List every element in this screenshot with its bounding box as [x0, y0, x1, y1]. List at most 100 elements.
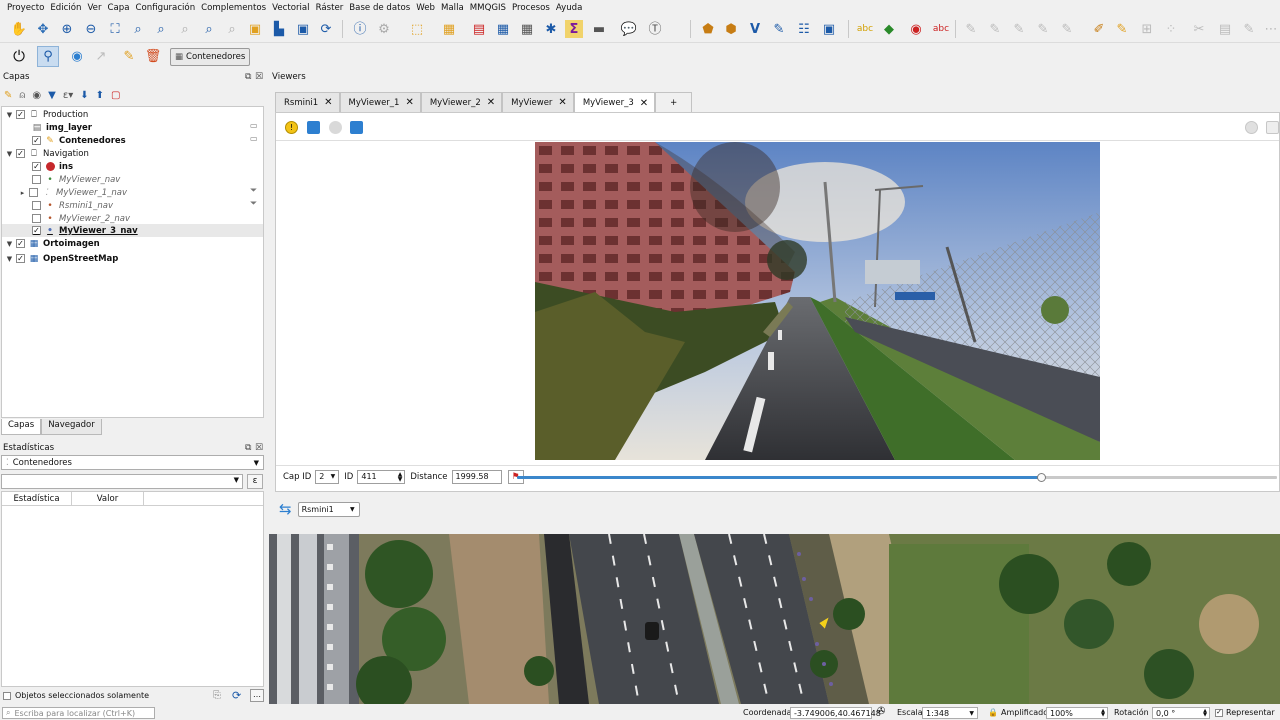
- tab-myviewer-2[interactable]: MyViewer_2 ✕: [420, 92, 503, 112]
- layer-style-icon[interactable]: ✎: [4, 90, 12, 101]
- tab-navegador[interactable]: Navegador: [41, 419, 102, 435]
- layer-openstreetmap[interactable]: ▼ ✓ ▦ OpenStreetMap: [5, 252, 119, 265]
- attribute-table-icon[interactable]: ▦: [494, 20, 512, 38]
- more-tools-icon[interactable]: ⋯: [1262, 20, 1280, 38]
- checkbox[interactable]: ✓: [16, 110, 25, 119]
- selected-only-option[interactable]: Objetos seleccionados solamente: [3, 691, 149, 700]
- snap-icon[interactable]: ⁘: [1162, 20, 1180, 38]
- embedded-widget-icon[interactable]: ▭: [250, 134, 258, 143]
- select-by-value-icon[interactable]: ▦: [440, 20, 458, 38]
- menu-proyecto[interactable]: Proyecto: [4, 3, 47, 13]
- adv-digitize-e-icon[interactable]: ✎: [1058, 20, 1076, 38]
- label-pin-icon[interactable]: ◆: [880, 20, 898, 38]
- filter-funnel-icon[interactable]: ⏷: [250, 186, 257, 196]
- menu-raster[interactable]: Ráster: [313, 3, 347, 13]
- checkbox[interactable]: ✓: [16, 239, 25, 248]
- adv-digitize-c-icon[interactable]: ✎: [1010, 20, 1028, 38]
- layer-ins[interactable]: ✓ ins: [32, 160, 73, 173]
- distance-field[interactable]: 1999.58: [451, 469, 502, 484]
- close-icon[interactable]: ✕: [487, 97, 495, 108]
- frame-slider[interactable]: [517, 473, 1277, 482]
- add-group-icon[interactable]: ⍝: [19, 90, 25, 101]
- layer-group-navigation[interactable]: ▼ ✓ ⎕ Navigation: [5, 147, 89, 160]
- shape-icon[interactable]: ⊞: [1138, 20, 1156, 38]
- layer-contenedores[interactable]: ✓ ✎ Contenedores: [32, 134, 126, 147]
- layer-myviewer-nav[interactable]: • MyViewer_nav: [32, 173, 120, 186]
- adv-digitize-b-icon[interactable]: ✎: [986, 20, 1004, 38]
- adv-digitize-d-icon[interactable]: ✎: [1034, 20, 1052, 38]
- checkbox[interactable]: [29, 188, 38, 197]
- zoom-last-icon[interactable]: ⌕: [223, 20, 241, 38]
- power-icon[interactable]: ⏻: [10, 47, 28, 65]
- expand-arrow-icon[interactable]: ▼: [5, 255, 14, 263]
- menu-ver[interactable]: Ver: [84, 3, 104, 13]
- center-point-icon[interactable]: ◉: [68, 47, 86, 65]
- dock-float-icon[interactable]: ⧉: [245, 443, 251, 453]
- checkbox[interactable]: ✓: [32, 226, 41, 235]
- trace-icon[interactable]: ✂: [1190, 20, 1208, 38]
- close-icon[interactable]: ✕: [324, 97, 332, 108]
- menu-ayuda[interactable]: Ayuda: [553, 3, 586, 13]
- zoom-native-icon[interactable]: ⌕: [176, 20, 194, 38]
- render-toggle[interactable]: ✓ Representar: [1215, 708, 1275, 717]
- plugin-a-icon[interactable]: ☷: [795, 20, 813, 38]
- refresh-stats-icon[interactable]: ⟳: [232, 689, 241, 702]
- checkbox[interactable]: [32, 175, 41, 184]
- new-map-view-icon[interactable]: ▣: [294, 20, 312, 38]
- filter-funnel-icon[interactable]: ⏷: [250, 199, 257, 209]
- pan-hand-icon[interactable]: ✋: [10, 20, 28, 38]
- locator-search-input[interactable]: ⌕ Escriba para localizar (Ctrl+K): [2, 707, 155, 719]
- layer-myviewer-3-nav[interactable]: ✓ • MyViewer_3_nav: [2, 224, 263, 237]
- processing-toolbox-icon[interactable]: ✱: [542, 20, 560, 38]
- label-icon[interactable]: abc: [856, 20, 874, 38]
- tab-myviewer-3[interactable]: MyViewer_3 ✕: [573, 92, 656, 113]
- menu-procesos[interactable]: Procesos: [509, 3, 553, 13]
- delete-icon[interactable]: 🗑: [144, 47, 162, 65]
- layer-group-production[interactable]: ▼ ✓ ⎕ Production: [5, 108, 88, 121]
- sync-icon[interactable]: ⇆: [279, 500, 292, 518]
- pencil-yellow-icon[interactable]: ✎: [1113, 20, 1131, 38]
- spin-arrows-icon[interactable]: ▲ ▼: [398, 471, 403, 482]
- menu-web[interactable]: Web: [413, 3, 438, 13]
- label-change-icon[interactable]: abc: [932, 20, 950, 38]
- cap-id-combo[interactable]: 2 ▼: [315, 469, 340, 484]
- field-calculator-icon[interactable]: ▦: [518, 20, 536, 38]
- undo-icon[interactable]: ▤: [1216, 20, 1234, 38]
- spin-arrows-icon[interactable]: ▲ ▼: [1203, 709, 1207, 718]
- map-tips-icon[interactable]: 💬: [620, 20, 638, 38]
- select-features-icon[interactable]: ⬚: [408, 20, 426, 38]
- remove-layer-icon[interactable]: ▢: [111, 90, 120, 101]
- label-show-icon[interactable]: ◉: [907, 20, 925, 38]
- measure-line-icon[interactable]: ↗: [92, 47, 110, 65]
- checkbox[interactable]: [32, 201, 41, 210]
- menu-vectorial[interactable]: Vectorial: [269, 3, 312, 13]
- magnifier-spinbox[interactable]: 100% ▲ ▼: [1046, 707, 1108, 719]
- zoom-rubberband-icon[interactable]: ⛶: [106, 20, 124, 38]
- action-icon[interactable]: ⚙: [375, 20, 393, 38]
- map-sync-combo[interactable]: Rsmini1 ▼: [297, 501, 360, 517]
- settings-icon[interactable]: [1245, 121, 1258, 134]
- zoom-in-icon[interactable]: ⊕: [58, 20, 76, 38]
- col-valor[interactable]: Valor: [72, 492, 144, 505]
- expand-all-icon[interactable]: ⬇: [80, 90, 88, 101]
- add-tab-button[interactable]: +: [655, 92, 693, 112]
- menu-complementos[interactable]: Complementos: [198, 3, 269, 13]
- stats-layer-combo[interactable]: ⁚ Contenedores ▼: [1, 455, 264, 470]
- zoom-selection-icon[interactable]: ⌕: [152, 20, 170, 38]
- plugin-b-icon[interactable]: ▣: [820, 20, 838, 38]
- identify-icon[interactable]: ⓘ: [351, 20, 369, 38]
- slider-handle[interactable]: [1037, 473, 1047, 482]
- manage-visibility-icon[interactable]: ◉: [32, 90, 41, 101]
- edit-pencil-icon[interactable]: ✎: [120, 47, 138, 65]
- copy-icon[interactable]: ⎘: [213, 690, 221, 701]
- statistical-summary-icon[interactable]: Σ: [565, 20, 583, 38]
- expand-icon[interactable]: [1266, 121, 1279, 134]
- expand-arrow-icon[interactable]: ▼: [5, 111, 14, 119]
- scale-combo[interactable]: 1:348 ▼: [922, 707, 978, 719]
- coordinate-field[interactable]: -3.749006,40.467148: [790, 707, 881, 719]
- menu-edicion[interactable]: Edición: [47, 3, 84, 13]
- tab-capas[interactable]: Capas: [1, 419, 42, 435]
- dock-float-icon[interactable]: ⧉: [245, 72, 251, 82]
- contenedores-button[interactable]: ▦ Contenedores: [170, 48, 251, 66]
- close-icon[interactable]: ✕: [640, 98, 648, 109]
